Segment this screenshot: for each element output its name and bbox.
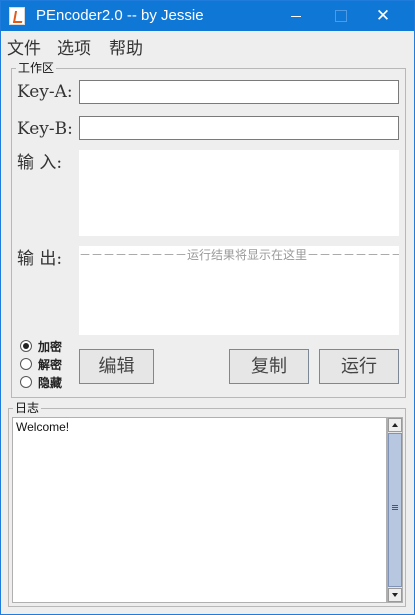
close-button[interactable]: ✕: [361, 1, 405, 31]
grip-icon: [392, 505, 398, 510]
mode-hide-label: 隐藏: [38, 376, 63, 390]
output-placeholder: －－－－－－－－－运行结果将显示在这里－－－－－－－－－: [79, 248, 399, 262]
mode-decrypt-label: 解密: [38, 358, 63, 372]
minimize-button[interactable]: [273, 1, 317, 31]
window-title: PEncoder2.0 -- by Jessie: [36, 7, 204, 24]
scroll-up-icon[interactable]: [388, 418, 402, 432]
log-textarea[interactable]: Welcome!: [12, 417, 387, 603]
menu-bar: 文件 选项 帮助: [1, 31, 414, 59]
scroll-thumb[interactable]: [388, 433, 402, 587]
log-panel: 日志 Welcome!: [8, 401, 406, 607]
key-a-label: Key-A:: [17, 82, 73, 102]
input-textarea[interactable]: [79, 150, 399, 236]
copy-button[interactable]: 复制: [229, 349, 309, 384]
log-text: Welcome!: [16, 420, 70, 434]
maximize-button[interactable]: [317, 1, 361, 31]
log-scrollbar[interactable]: [387, 417, 403, 603]
output-label: 输 出:: [17, 249, 63, 269]
key-b-label: Key-B:: [17, 119, 73, 139]
radio-unselected-icon: [20, 376, 32, 388]
radio-unselected-icon: [20, 358, 32, 370]
title-bar[interactable]: PEncoder2.0 -- by Jessie ✕: [1, 1, 414, 31]
app-window: PEncoder2.0 -- by Jessie ✕ 文件 选项 帮助 工作区 …: [0, 0, 415, 615]
input-label: 输 入:: [17, 153, 63, 173]
workarea-panel: 工作区 Key-A: Key-B: 输 入: 输 出: －－－－－－－－－运行结…: [11, 61, 406, 398]
run-button[interactable]: 运行: [319, 349, 399, 384]
edit-button[interactable]: 编辑: [79, 349, 154, 384]
java-cup-icon: [9, 7, 25, 25]
log-title: 日志: [13, 401, 42, 415]
key-a-input[interactable]: [79, 80, 399, 104]
scroll-down-icon[interactable]: [388, 588, 402, 602]
menu-file[interactable]: 文件: [7, 34, 41, 59]
radio-selected-icon: [20, 340, 32, 352]
mode-encrypt-label: 加密: [38, 340, 63, 354]
key-b-input[interactable]: [79, 116, 399, 140]
workarea-title: 工作区: [16, 61, 57, 75]
output-textarea[interactable]: －－－－－－－－－运行结果将显示在这里－－－－－－－－－: [79, 246, 399, 335]
menu-help[interactable]: 帮助: [109, 34, 143, 59]
menu-options[interactable]: 选项: [57, 34, 91, 59]
